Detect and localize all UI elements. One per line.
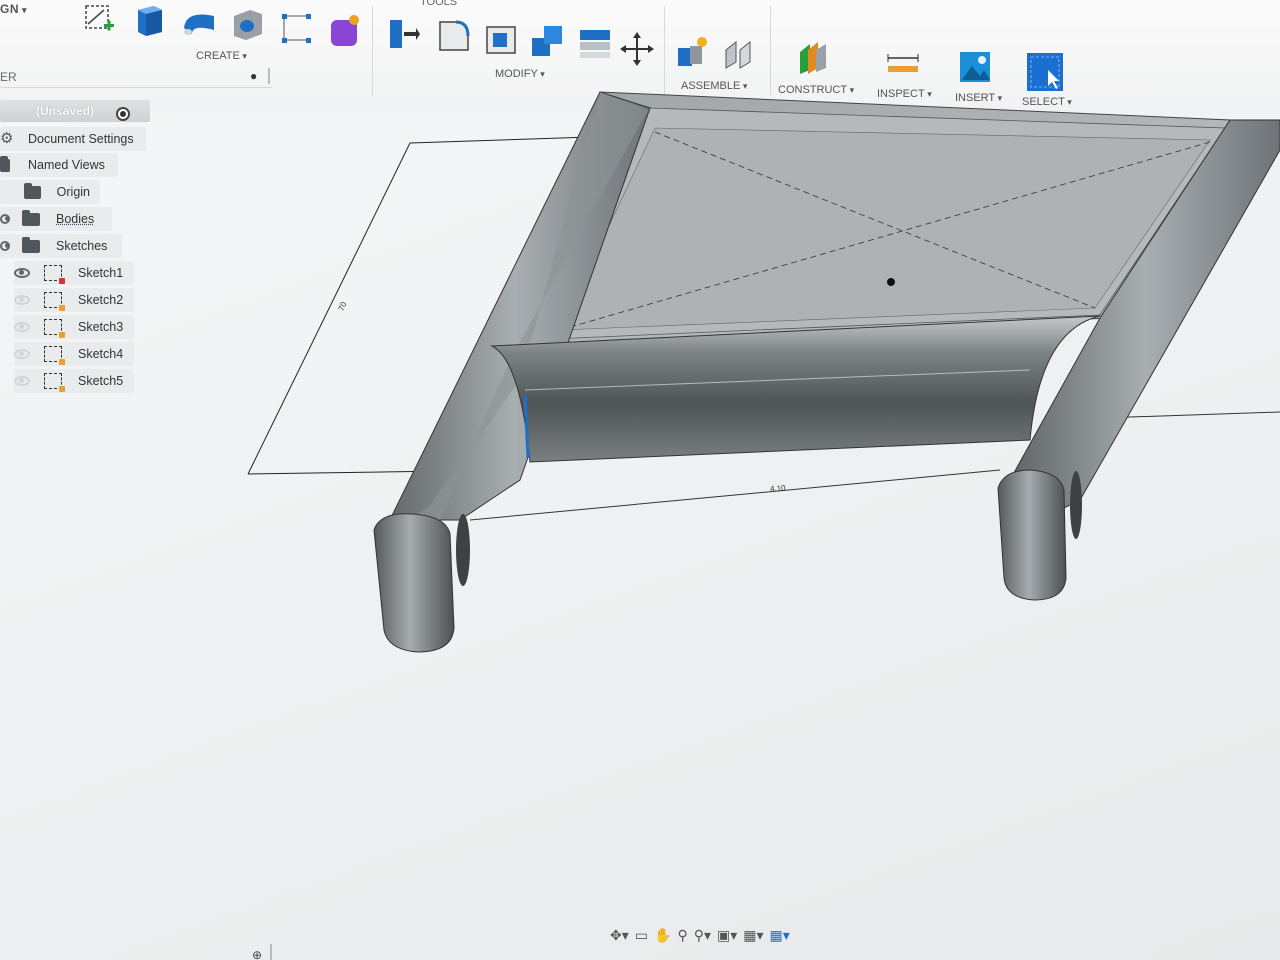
left-rail xyxy=(378,91,651,542)
replace-face-icon[interactable] xyxy=(578,26,612,60)
pattern-icon[interactable] xyxy=(280,12,314,46)
browser-item-label: Document Settings xyxy=(28,132,134,146)
comments-resize-handle[interactable] xyxy=(270,944,272,960)
browser-item-sketches[interactable]: Sketches xyxy=(0,234,122,258)
modify-menu[interactable]: MODIFY xyxy=(495,68,545,80)
measure-icon[interactable] xyxy=(886,48,920,82)
offset-plane-icon[interactable] xyxy=(796,40,830,74)
orbit-icon[interactable]: ✥▾ xyxy=(610,927,629,944)
box-icon[interactable] xyxy=(132,2,166,36)
visibility-eye-icon[interactable] xyxy=(14,376,30,386)
back-plate xyxy=(491,91,1231,347)
browser-item-document-settings[interactable]: ⚙ Document Settings xyxy=(0,127,146,151)
browser-item-bodies[interactable]: Bodies xyxy=(0,207,112,231)
toolbar-separator xyxy=(664,6,665,96)
create-sketch-icon[interactable] xyxy=(82,2,116,36)
cross-bar xyxy=(490,315,1101,463)
insert-menu[interactable]: INSERT xyxy=(955,92,1002,104)
visibility-eye-icon[interactable] xyxy=(14,295,30,305)
sketch-icon xyxy=(44,373,65,392)
folder-icon xyxy=(0,155,10,172)
sketch-item[interactable]: Sketch5 xyxy=(14,369,134,393)
select-icon[interactable] xyxy=(1026,52,1064,92)
workspace-switcher[interactable]: GN xyxy=(0,2,27,22)
assemble-menu[interactable]: ASSEMBLE xyxy=(681,80,747,92)
toolbar: GN TOOLS CREATE xyxy=(0,0,1280,112)
folder-icon xyxy=(24,182,41,199)
sketch-icon xyxy=(44,265,65,284)
visibility-eye-icon[interactable] xyxy=(0,241,10,251)
activate-document-radio[interactable] xyxy=(116,102,130,126)
add-comment-icon[interactable]: ⊕ xyxy=(252,948,262,960)
toolbar-separator xyxy=(372,6,373,96)
collapse-browser-icon[interactable]: ● xyxy=(250,69,257,83)
folder-icon xyxy=(22,209,40,226)
insert-image-icon[interactable] xyxy=(958,50,992,84)
look-at-icon[interactable]: ▭ xyxy=(635,927,648,944)
hole-icon[interactable] xyxy=(230,6,264,40)
dimension-value-left[interactable]: 70 xyxy=(336,301,348,313)
browser-item-origin[interactable]: Origin xyxy=(0,180,100,204)
sketch-label: Sketch3 xyxy=(78,320,124,334)
navigation-bar: ✥▾ ▭ ✋ ⚲ ⚲▾ ▣▾ ▦▾ ▦▾ xyxy=(610,922,860,948)
sketch-item[interactable]: Sketch2 xyxy=(14,288,134,312)
fit-icon[interactable]: ⚲▾ xyxy=(694,927,711,944)
visibility-eye-icon[interactable] xyxy=(0,214,10,224)
gear-icon: ⚙ xyxy=(0,130,14,147)
browser-item-label: Bodies xyxy=(56,212,95,226)
left-foot xyxy=(373,513,470,653)
form-icon[interactable] xyxy=(328,14,362,48)
sketch-label: Sketch4 xyxy=(78,347,124,361)
grid-settings-icon[interactable]: ▦▾ xyxy=(743,927,763,944)
viewports-icon[interactable]: ▦▾ xyxy=(770,927,790,944)
right-rail xyxy=(1009,119,1280,521)
visibility-eye-icon[interactable] xyxy=(14,349,30,359)
right-foot xyxy=(997,469,1082,601)
sketch-label: Sketch5 xyxy=(78,374,124,388)
sketch-item[interactable]: Sketch4 xyxy=(14,342,134,366)
move-icon[interactable] xyxy=(620,32,654,66)
sketch-label: Sketch1 xyxy=(78,266,124,280)
construct-menu[interactable]: CONSTRUCT xyxy=(778,84,854,96)
create-menu[interactable]: CREATE xyxy=(196,50,247,62)
press-pull-icon[interactable] xyxy=(386,16,420,50)
sketch-icon xyxy=(44,319,65,338)
zoom-icon[interactable]: ⚲ xyxy=(677,927,687,944)
model-viewport[interactable] xyxy=(0,0,1280,960)
dimension-value-bottom[interactable]: 4.10 xyxy=(770,483,786,493)
sketch-icon xyxy=(44,292,65,311)
visibility-eye-icon[interactable] xyxy=(14,322,30,332)
pipe-icon[interactable] xyxy=(182,4,216,38)
visibility-eye-icon[interactable] xyxy=(14,268,30,278)
sketch-item[interactable]: Sketch1 xyxy=(14,261,134,285)
combine-icon[interactable] xyxy=(530,24,564,58)
display-settings-icon[interactable]: ▣▾ xyxy=(717,927,737,944)
browser-item-named-views[interactable]: Named Views xyxy=(0,153,118,177)
shell-icon[interactable] xyxy=(484,22,518,56)
inspect-menu[interactable]: INSPECT xyxy=(877,88,932,100)
browser-item-label: Named Views xyxy=(28,158,105,172)
joint-icon[interactable] xyxy=(722,38,756,72)
browser-item-label: Sketches xyxy=(56,239,108,253)
sketch-dimension-lines xyxy=(247,134,1280,521)
fillet-icon[interactable] xyxy=(436,18,470,52)
tools-tab-label[interactable]: TOOLS xyxy=(420,0,457,8)
select-menu[interactable]: SELECT xyxy=(1022,96,1072,108)
folder-icon xyxy=(22,236,40,253)
document-name: (Unsaved) xyxy=(36,104,95,118)
browser-header: ER ● xyxy=(0,66,272,88)
browser-item-label: Origin xyxy=(56,185,90,199)
sketch-item[interactable]: Sketch3 xyxy=(14,315,134,339)
browser-resize-handle[interactable] xyxy=(268,68,270,84)
target-radio-icon[interactable] xyxy=(116,107,130,121)
browser-title: ER xyxy=(0,70,17,84)
toolbar-separator xyxy=(770,6,771,96)
pan-icon[interactable]: ✋ xyxy=(654,927,671,944)
new-component-icon[interactable] xyxy=(676,36,710,70)
sketch-icon xyxy=(44,346,65,365)
sketch-label: Sketch2 xyxy=(78,293,124,307)
